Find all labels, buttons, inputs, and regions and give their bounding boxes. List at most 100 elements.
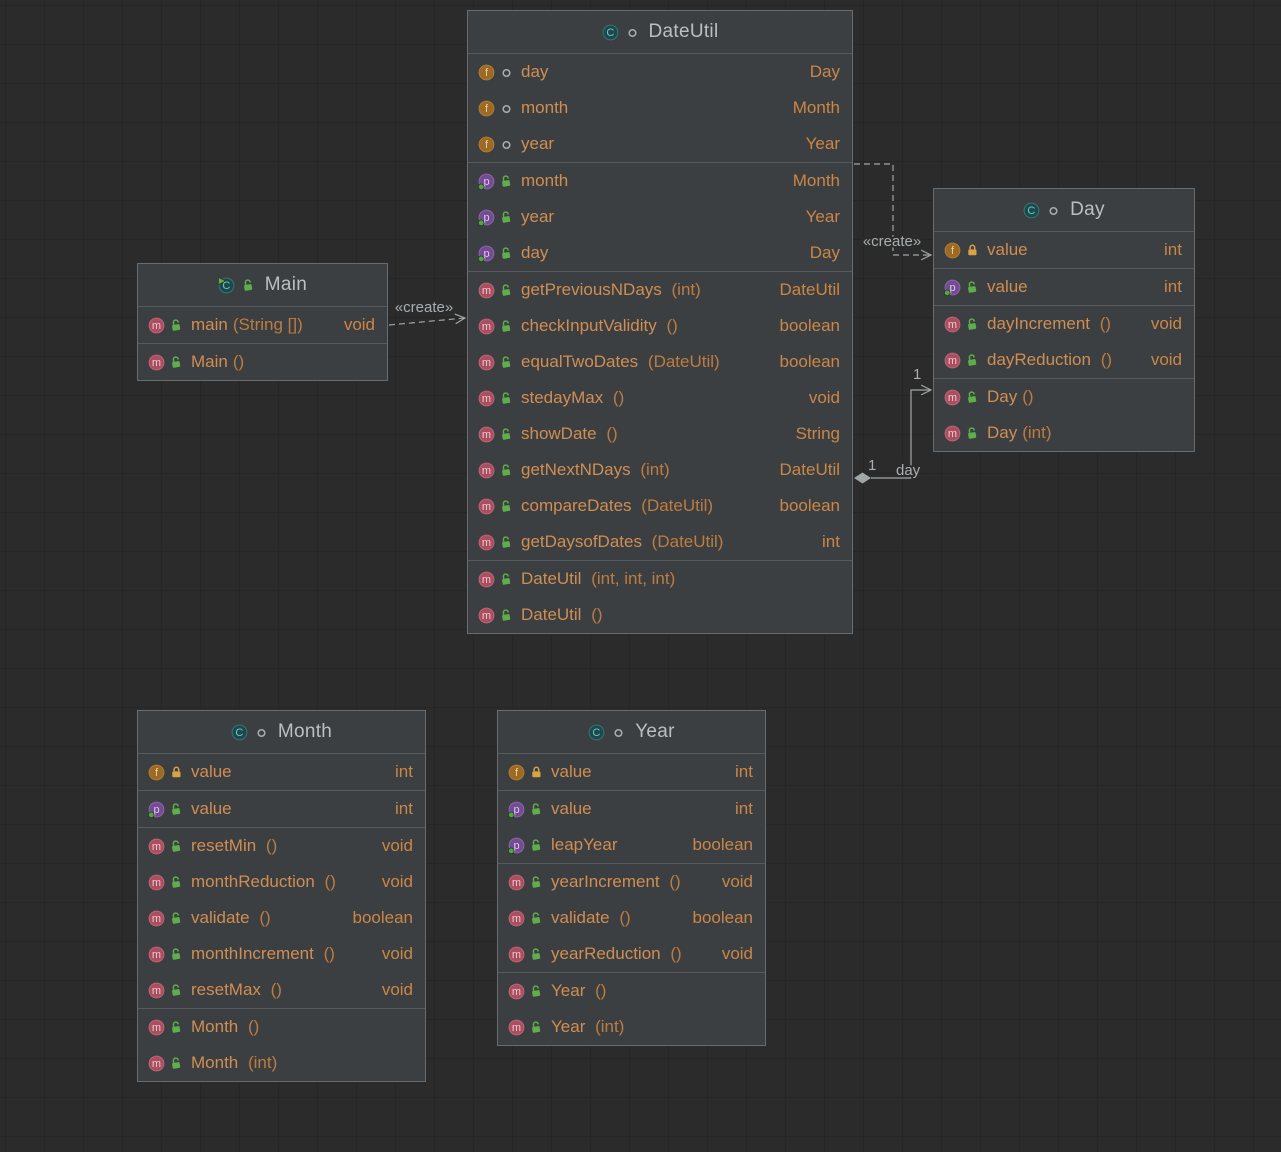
- member-name: Day: [987, 423, 1018, 442]
- public-icon: [530, 911, 543, 925]
- method-icon: m: [478, 426, 495, 443]
- method-row-stedayMax[interactable]: m stedayMax () void: [468, 380, 852, 416]
- edge-dateutil-create-day[interactable]: «create»: [854, 163, 933, 261]
- method-row-getNextNDays[interactable]: m getNextNDays (int) DateUtil: [468, 452, 852, 488]
- svg-text:m: m: [482, 357, 491, 369]
- member-type: boolean: [779, 496, 840, 515]
- field-row-month[interactable]: f month Month: [468, 90, 852, 126]
- member-name: getDaysofDates: [521, 532, 642, 551]
- svg-text:m: m: [152, 841, 161, 853]
- class-node-year[interactable]: C Year f value int p value int p leapYear boolean m…: [497, 710, 766, 1046]
- class-node-dateutil[interactable]: C DateUtil f day Day f month Month f year Year p mon…: [467, 10, 853, 634]
- member-params: (): [614, 908, 631, 927]
- property-row-year[interactable]: p year Year: [468, 199, 852, 235]
- method-row-main[interactable]: m main (String []) void: [138, 307, 387, 343]
- edge-dateutil-day-composition[interactable]: 1 1 day: [854, 364, 933, 484]
- class-header[interactable]: C Month: [138, 711, 425, 754]
- field-row-day[interactable]: f day Day: [468, 54, 852, 90]
- member-type: void: [381, 836, 413, 855]
- member-name: day: [521, 62, 549, 81]
- method-row-equalTwoDates[interactable]: m equalTwoDates (DateUtil) boolean: [468, 344, 852, 380]
- field-row-year[interactable]: f year Year: [468, 126, 852, 162]
- method-icon: m: [508, 910, 525, 927]
- method-icon: m: [944, 389, 961, 406]
- field-row-value[interactable]: f value int: [138, 754, 425, 790]
- class-header[interactable]: C Year: [498, 711, 765, 754]
- method-row-compareDates[interactable]: m compareDates (DateUtil) boolean: [468, 488, 852, 524]
- property-row-value[interactable]: p value int: [138, 791, 425, 827]
- member-type: DateUtil: [779, 280, 840, 299]
- class-header[interactable]: C Main: [138, 264, 387, 307]
- member-name: Year: [551, 1017, 586, 1036]
- method-row-Month[interactable]: m Month (int): [138, 1045, 425, 1081]
- method-row-validate[interactable]: m validate () boolean: [498, 900, 765, 936]
- member-type: void: [1150, 350, 1182, 369]
- member-type: Month: [792, 171, 840, 190]
- public-icon: [500, 174, 513, 188]
- members-section: m yearIncrement () void m validate () boolean…: [498, 863, 765, 972]
- svg-text:m: m: [948, 355, 957, 367]
- member-name: monthIncrement: [191, 944, 314, 963]
- method-row-Month[interactable]: m Month (): [138, 1009, 425, 1045]
- svg-text:m: m: [482, 537, 491, 549]
- svg-text:m: m: [482, 574, 491, 586]
- public-icon: [500, 246, 513, 260]
- property-row-value[interactable]: p value int: [934, 269, 1194, 305]
- member-type: void: [381, 872, 413, 891]
- class-node-main[interactable]: C Main m main (String []) void m Main(): [137, 263, 388, 381]
- svg-text:m: m: [512, 986, 521, 998]
- method-row-DateUtil[interactable]: m DateUtil (): [468, 597, 852, 633]
- method-row-showDate[interactable]: m showDate () String: [468, 416, 852, 452]
- member-params: (DateUtil): [643, 352, 720, 371]
- class-header[interactable]: C DateUtil: [468, 11, 852, 54]
- class-header[interactable]: C Day: [934, 189, 1194, 232]
- method-row-resetMin[interactable]: m resetMin () void: [138, 828, 425, 864]
- method-row-DateUtil[interactable]: m DateUtil (int, int, int): [468, 561, 852, 597]
- method-row-checkInputValidity[interactable]: m checkInputValidity () boolean: [468, 308, 852, 344]
- field-row-value[interactable]: f value int: [934, 232, 1194, 268]
- class-icon: C: [1023, 202, 1040, 219]
- method-row-Main[interactable]: m Main(): [138, 344, 387, 380]
- method-row-getDaysofDates[interactable]: m getDaysofDates (DateUtil) int: [468, 524, 852, 560]
- method-row-yearReduction[interactable]: m yearReduction () void: [498, 936, 765, 972]
- method-row-validate[interactable]: m validate () boolean: [138, 900, 425, 936]
- member-type: void: [808, 388, 840, 407]
- method-row-Day[interactable]: m Day (int): [934, 415, 1194, 451]
- arrowhead-icon: [920, 249, 933, 261]
- class-node-month[interactable]: C Month f value int p value int m resetMin () void…: [137, 710, 426, 1082]
- member-type: boolean: [692, 835, 753, 854]
- svg-text:m: m: [482, 285, 491, 297]
- property-row-day[interactable]: p day Day: [468, 235, 852, 271]
- member-name: value: [551, 799, 592, 818]
- diagram-canvas[interactable]: «create» «create» 1 1 day C DateUtil f day Day f m…: [0, 0, 1281, 1152]
- package-local-icon: [626, 25, 639, 39]
- method-row-Day[interactable]: m Day(): [934, 379, 1194, 415]
- svg-text:m: m: [482, 321, 491, 333]
- members-section: f value int: [498, 754, 765, 790]
- member-type: void: [343, 315, 375, 334]
- field-row-value[interactable]: f value int: [498, 754, 765, 790]
- svg-text:m: m: [482, 465, 491, 477]
- method-row-getPreviousNDays[interactable]: m getPreviousNDays (int) DateUtil: [468, 272, 852, 308]
- method-row-monthReduction[interactable]: m monthReduction () void: [138, 864, 425, 900]
- members-section: m Year () m Year (int): [498, 972, 765, 1045]
- method-icon: m: [148, 982, 165, 999]
- method-row-yearIncrement[interactable]: m yearIncrement () void: [498, 864, 765, 900]
- method-row-dayIncrement[interactable]: m dayIncrement () void: [934, 306, 1194, 342]
- edge-main-create-dateutil[interactable]: «create»: [388, 297, 467, 326]
- method-row-resetMax[interactable]: m resetMax () void: [138, 972, 425, 1008]
- property-row-leapYear[interactable]: p leapYear boolean: [498, 827, 765, 863]
- svg-text:m: m: [152, 1022, 161, 1034]
- public-icon: [170, 875, 183, 889]
- public-icon: [530, 838, 543, 852]
- method-row-dayReduction[interactable]: m dayReduction () void: [934, 342, 1194, 378]
- method-row-Year[interactable]: m Year (int): [498, 1009, 765, 1045]
- method-icon: m: [148, 910, 165, 927]
- member-params: (): [608, 388, 625, 407]
- class-node-day[interactable]: C Day f value int p value int m dayIncrement () vo…: [933, 188, 1195, 452]
- svg-text:m: m: [152, 877, 161, 889]
- method-row-monthIncrement[interactable]: m monthIncrement () void: [138, 936, 425, 972]
- method-row-Year[interactable]: m Year (): [498, 973, 765, 1009]
- property-row-value[interactable]: p value int: [498, 791, 765, 827]
- property-row-month[interactable]: p month Month: [468, 163, 852, 199]
